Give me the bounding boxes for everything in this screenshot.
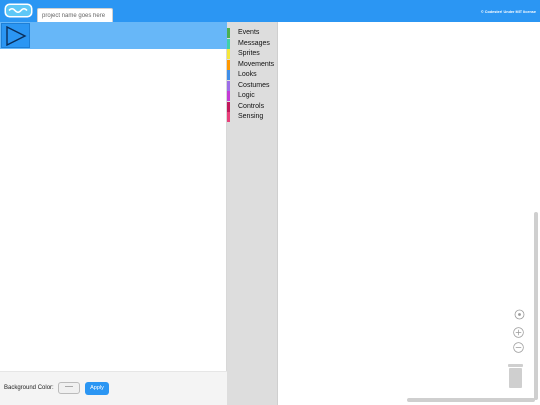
category-costumes[interactable]: Costumes xyxy=(227,80,277,91)
category-events[interactable]: Events xyxy=(227,28,277,38)
background-color-picker[interactable]: ---- xyxy=(58,382,80,394)
category-label: Sprites xyxy=(238,50,260,57)
zoom-out-icon[interactable] xyxy=(513,342,524,353)
category-label: Movements xyxy=(238,60,275,68)
project-name-input[interactable] xyxy=(37,8,113,22)
zoom-in-icon[interactable] xyxy=(513,327,524,338)
category-swatch xyxy=(227,38,230,49)
background-color-label: Background Color: xyxy=(4,385,54,391)
top-bar: © Codester! Under MIT license xyxy=(0,0,540,22)
stage-panel: Background Color: ---- Apply xyxy=(0,22,227,405)
play-icon xyxy=(6,26,27,46)
category-movements[interactable]: Movements xyxy=(227,59,277,70)
category-label: Messages xyxy=(238,39,270,47)
codester-logo[interactable] xyxy=(4,3,33,18)
category-panel: Events Messages Sprites Movements Looks … xyxy=(227,22,277,405)
category-label: Events xyxy=(238,29,260,36)
copyright-text: © Codester! Under MIT license xyxy=(480,10,536,14)
category-label: Sensing xyxy=(238,113,264,120)
category-swatch xyxy=(227,70,230,80)
apply-button[interactable]: Apply xyxy=(85,382,109,395)
run-button[interactable] xyxy=(1,23,30,48)
category-label: Controls xyxy=(238,102,265,110)
category-swatch xyxy=(227,28,230,38)
category-sprites[interactable]: Sprites xyxy=(227,49,277,59)
category-swatch xyxy=(227,112,230,122)
category-swatch xyxy=(227,49,230,59)
recenter-icon[interactable] xyxy=(514,309,525,320)
category-swatch xyxy=(227,101,230,112)
category-logic[interactable]: Logic xyxy=(227,91,277,101)
category-label: Looks xyxy=(238,71,257,78)
horizontal-scrollbar[interactable] xyxy=(407,398,535,402)
category-swatch xyxy=(227,59,230,70)
category-label: Costumes xyxy=(238,81,270,89)
category-looks[interactable]: Looks xyxy=(227,70,277,80)
category-swatch xyxy=(227,91,230,101)
category-sensing[interactable]: Sensing xyxy=(227,112,277,122)
vertical-scrollbar[interactable] xyxy=(534,212,538,400)
category-swatch xyxy=(227,80,230,91)
blocks-workspace[interactable] xyxy=(277,22,540,405)
category-controls[interactable]: Controls xyxy=(227,101,277,112)
category-messages[interactable]: Messages xyxy=(227,38,277,49)
background-controls: Background Color: ---- Apply xyxy=(0,371,227,405)
trash-icon[interactable] xyxy=(508,364,523,388)
stage-toolbar xyxy=(0,22,227,49)
category-label: Logic xyxy=(238,92,255,99)
